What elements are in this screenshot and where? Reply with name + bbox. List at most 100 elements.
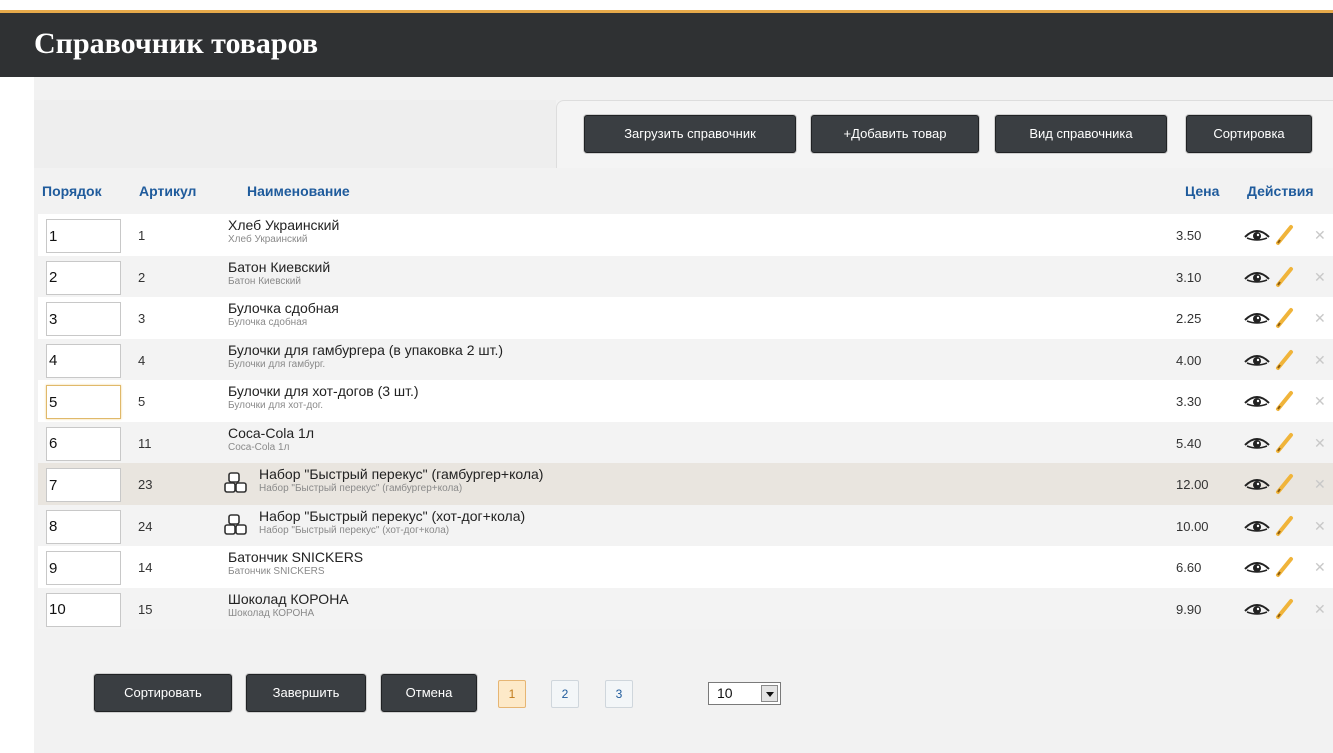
- table-row: 14 Батончик SNICKERSБатончик SNICKERS 6.60…: [38, 546, 1333, 588]
- eye-icon[interactable]: [1244, 353, 1270, 369]
- product-name: Хлеб Украинский: [228, 217, 340, 233]
- close-icon[interactable]: ✕: [1314, 227, 1326, 244]
- sku-cell: 23: [138, 477, 153, 492]
- pencil-icon[interactable]: [1275, 432, 1295, 454]
- sku-cell: 14: [138, 560, 153, 575]
- eye-icon[interactable]: [1244, 311, 1270, 327]
- toolbar-left-area: [34, 100, 556, 168]
- sku-cell: 11: [138, 435, 152, 451]
- pencil-icon[interactable]: [1275, 515, 1295, 537]
- product-table-body: 1 Хлеб УкраинскийХлеб Украинский 3.50 ✕ 2 Бат…: [38, 214, 1333, 629]
- sku-cell: 4: [138, 352, 146, 368]
- order-input[interactable]: [46, 302, 121, 336]
- product-short-name: Хлеб Украинский: [228, 234, 308, 245]
- add-product-button[interactable]: +Добавить товар: [811, 115, 979, 153]
- page-size-value: 10: [717, 685, 733, 701]
- close-icon[interactable]: ✕: [1314, 352, 1326, 369]
- header-price[interactable]: Цена: [1185, 183, 1219, 199]
- eye-icon[interactable]: [1244, 436, 1270, 452]
- sku-cell: 5: [138, 394, 146, 409]
- chevron-down-icon[interactable]: [761, 685, 778, 702]
- product-short-name: Булочки для хот-дог.: [228, 400, 323, 411]
- table-row: 5 Булочки для хот-догов (3 шт.)Булочки дл…: [38, 380, 1333, 422]
- sku-cell: 15: [138, 601, 153, 617]
- table-row: 1 Хлеб УкраинскийХлеб Украинский 3.50 ✕: [38, 214, 1333, 256]
- price-cell: 10.00: [1176, 518, 1209, 534]
- eye-icon[interactable]: [1244, 602, 1270, 618]
- eye-icon[interactable]: [1244, 560, 1270, 576]
- price-cell: 9.90: [1176, 601, 1202, 617]
- order-input[interactable]: [46, 509, 121, 544]
- page-3-button[interactable]: 3: [605, 680, 633, 708]
- close-icon[interactable]: ✕: [1314, 269, 1326, 286]
- close-icon[interactable]: ✕: [1314, 476, 1326, 493]
- close-icon[interactable]: ✕: [1314, 559, 1326, 576]
- table-header: Порядок Артикул Наименование Цена Действ…: [34, 180, 1333, 204]
- order-input[interactable]: [46, 385, 121, 419]
- order-input[interactable]: [46, 426, 121, 461]
- product-short-name: Батончик SNICKERS: [228, 566, 325, 577]
- header-name[interactable]: Наименование: [247, 183, 350, 199]
- table-row: 24 Набор "Быстрый перекус" (хот-дог+кола)…: [38, 504, 1333, 546]
- close-icon[interactable]: ✕: [1314, 518, 1326, 535]
- order-input[interactable]: [46, 592, 121, 627]
- load-catalog-button[interactable]: Загрузить справочник: [584, 115, 796, 153]
- pencil-icon[interactable]: [1275, 556, 1295, 578]
- order-input[interactable]: [46, 219, 121, 253]
- eye-icon[interactable]: [1244, 394, 1270, 410]
- eye-icon[interactable]: [1244, 477, 1270, 493]
- page-2-button[interactable]: 2: [551, 680, 579, 708]
- product-short-name: Шоколад КОРОНА: [228, 607, 315, 619]
- product-name: Булочки для гамбургера (в упаковка 2 шт.…: [228, 341, 504, 358]
- price-cell: 3.10: [1176, 269, 1202, 285]
- product-name: Набор "Быстрый перекус" (гамбургер+кола): [259, 466, 544, 482]
- pencil-icon[interactable]: [1275, 598, 1295, 620]
- price-cell: 2.25: [1176, 311, 1202, 326]
- sorting-button[interactable]: Сортировка: [1186, 115, 1312, 153]
- page-title: Справочник товаров: [34, 27, 319, 60]
- page-1-button[interactable]: 1: [498, 680, 526, 708]
- pencil-icon[interactable]: [1275, 307, 1295, 329]
- header-sku[interactable]: Артикул: [139, 183, 196, 199]
- product-short-name: Булочки для гамбург.: [228, 358, 326, 370]
- header-order[interactable]: Порядок: [42, 183, 102, 199]
- close-icon[interactable]: ✕: [1314, 435, 1326, 452]
- eye-icon[interactable]: [1244, 519, 1270, 535]
- close-icon[interactable]: ✕: [1314, 601, 1326, 618]
- header-actions: Действия: [1247, 183, 1314, 199]
- pencil-icon[interactable]: [1275, 390, 1295, 412]
- close-icon[interactable]: ✕: [1314, 393, 1326, 410]
- sku-cell: 24: [138, 518, 153, 534]
- price-cell: 4.00: [1176, 352, 1202, 368]
- product-name: Набор "Быстрый перекус" (хот-дог+кола): [259, 507, 526, 524]
- table-row: 15 Шоколад КОРОНАШоколад КОРОНА 9.90 ✕: [38, 587, 1333, 629]
- order-input[interactable]: [46, 343, 121, 378]
- pencil-icon[interactable]: [1275, 224, 1295, 246]
- cancel-button[interactable]: Отмена: [381, 674, 477, 712]
- price-cell: 6.60: [1176, 560, 1202, 575]
- catalog-view-button[interactable]: Вид справочника: [995, 115, 1167, 153]
- order-input[interactable]: [46, 260, 121, 295]
- product-name: Булочки для хот-догов (3 шт.): [228, 383, 419, 399]
- kit-icon: [224, 471, 248, 495]
- sku-cell: 2: [138, 269, 146, 285]
- sort-apply-button[interactable]: Сортировать: [94, 674, 232, 712]
- pencil-icon[interactable]: [1275, 349, 1295, 371]
- table-row: 3 Булочка сдобнаяБулочка сдобная 2.25 ✕: [38, 297, 1333, 339]
- page-size-select[interactable]: 10: [708, 682, 781, 705]
- product-name: Батон Киевский: [228, 258, 331, 275]
- table-row: 23 Набор "Быстрый перекус" (гамбургер+кол…: [38, 463, 1333, 505]
- price-cell: 5.40: [1176, 435, 1202, 451]
- product-name: Батончик SNICKERS: [228, 549, 364, 565]
- pencil-icon[interactable]: [1275, 473, 1295, 495]
- eye-icon[interactable]: [1244, 228, 1270, 244]
- pencil-icon[interactable]: [1275, 266, 1295, 288]
- finish-button[interactable]: Завершить: [246, 674, 366, 712]
- product-name: Coca-Cola 1л: [228, 424, 314, 441]
- kit-icon: [224, 513, 248, 537]
- price-cell: 3.50: [1176, 228, 1202, 243]
- close-icon[interactable]: ✕: [1314, 310, 1326, 327]
- order-input[interactable]: [46, 551, 121, 585]
- order-input[interactable]: [46, 468, 121, 502]
- eye-icon[interactable]: [1244, 270, 1270, 286]
